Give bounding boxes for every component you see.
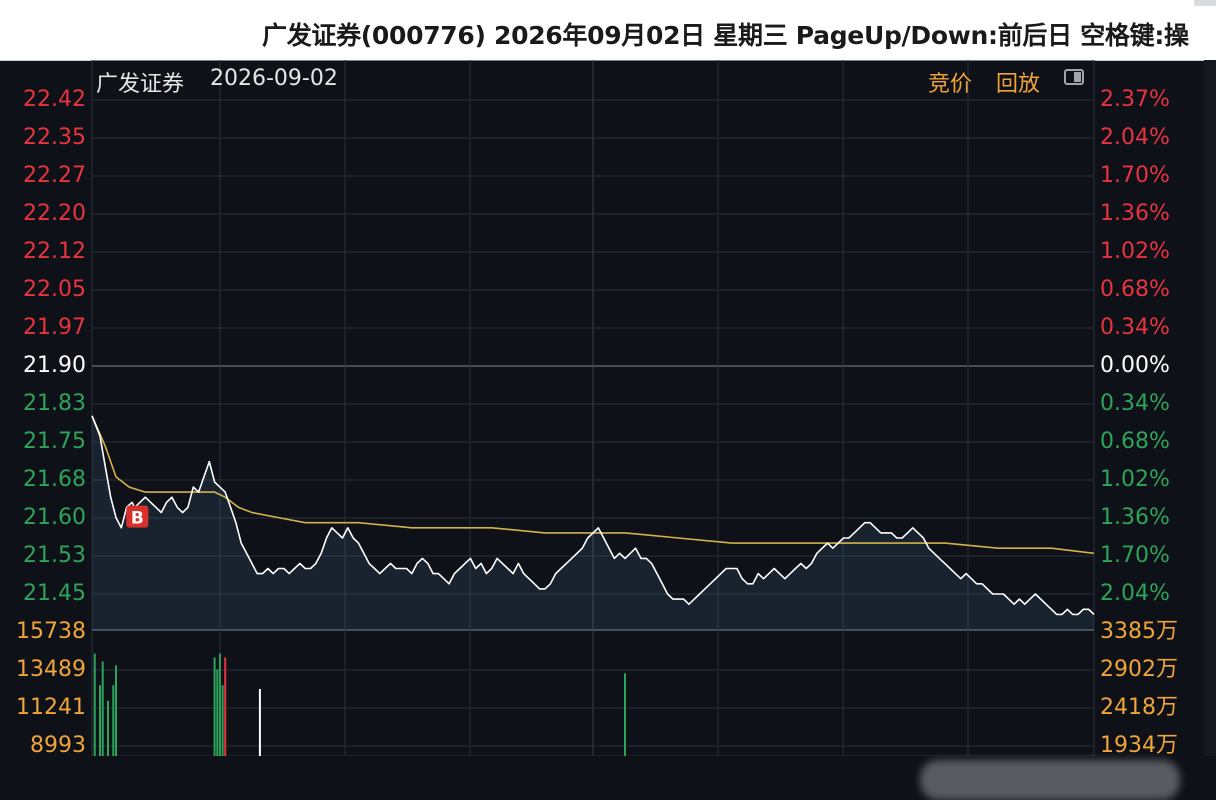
price-tick-label: 22.35	[23, 125, 86, 150]
volume-bar	[101, 661, 104, 756]
percent-tick-label: 2.04%	[1100, 125, 1170, 150]
trade-markers: B	[126, 505, 149, 529]
window-title: 广发证券(000776) 2026年09月02日 星期三 PageUp/Down…	[262, 21, 1189, 50]
volume-bar	[99, 685, 101, 756]
volume-bar	[216, 669, 219, 756]
percent-tick-label: 0.68%	[1100, 429, 1170, 454]
price-tick-label: 22.42	[23, 87, 86, 112]
percent-tick-label: 0.68%	[1100, 277, 1170, 302]
stock-name: 广发证券	[96, 72, 185, 97]
volume-amount-label: 3385万	[1100, 619, 1178, 644]
percent-tick-label: 0.34%	[1100, 391, 1170, 416]
volume-tick-label: 13489	[16, 657, 86, 682]
chart-canvas[interactable]: B	[0, 60, 1216, 756]
volume-tick-label: 11241	[16, 695, 86, 720]
intraday-chart[interactable]: B 广发证券 2026-09-02 竞价 回放 22.42 22.35 22.27 2…	[0, 60, 1216, 800]
percent-tick-label: 0.00%	[1100, 353, 1170, 378]
volume-bar	[224, 657, 227, 756]
price-tick-label: 21.75	[23, 429, 86, 454]
percent-tick-label: 1.70%	[1100, 163, 1170, 188]
volume-bar	[115, 665, 117, 756]
price-tick-label: 21.45	[23, 581, 86, 606]
volume-amount-label: 2418万	[1100, 695, 1178, 720]
watermark-overlay	[920, 760, 1180, 800]
volume-bar	[213, 657, 216, 756]
vertical-scrollbar[interactable]	[1204, 60, 1216, 756]
price-tick-label: 22.27	[23, 163, 86, 188]
volume-amount-label: 1934万	[1100, 733, 1178, 758]
volume-bars	[93, 653, 626, 756]
percent-tick-label: 0.34%	[1100, 315, 1170, 340]
percent-tick-label: 2.04%	[1100, 581, 1170, 606]
price-tick-label: 22.05	[23, 277, 86, 302]
replay-button[interactable]: 回放	[996, 66, 1040, 98]
volume-bar	[221, 685, 224, 756]
chart-grid	[91, 60, 1095, 756]
percent-tick-label: 1.02%	[1100, 467, 1170, 492]
volume-bar	[93, 653, 96, 756]
percent-tick-label: 2.37%	[1100, 87, 1170, 112]
volume-bar	[107, 700, 109, 756]
price-tick-label: 21.68	[23, 467, 86, 492]
price-tick-label: 21.90	[23, 353, 86, 378]
price-tick-label: 22.12	[23, 239, 86, 264]
volume-tick-label: 15738	[16, 619, 86, 644]
window-title-bar: 广发证券(000776) 2026年09月02日 星期三 PageUp/Down…	[0, 0, 1216, 61]
volume-bar	[258, 689, 261, 756]
price-tick-label: 21.60	[23, 505, 86, 530]
percent-tick-label: 1.70%	[1100, 543, 1170, 568]
percent-tick-label: 1.36%	[1100, 201, 1170, 226]
percent-tick-label: 1.36%	[1100, 505, 1170, 530]
auction-button[interactable]: 竞价	[928, 66, 972, 98]
percent-tick-label: 1.02%	[1100, 239, 1170, 264]
buy-marker-label: B	[131, 509, 144, 529]
title-scroll-indicator	[1194, 0, 1216, 6]
volume-bar	[112, 685, 115, 756]
volume-amount-label: 2902万	[1100, 657, 1178, 682]
price-tick-label: 21.83	[23, 391, 86, 416]
price-tick-label: 21.97	[23, 315, 86, 340]
price-tick-label: 22.20	[23, 201, 86, 226]
volume-bar	[624, 673, 626, 756]
buy-marker-icon: B	[126, 505, 149, 529]
chart-date: 2026-09-02	[210, 66, 338, 91]
volume-bar	[218, 653, 221, 756]
price-tick-label: 21.53	[23, 543, 86, 568]
volume-tick-label: 8993	[30, 733, 86, 758]
panel-toggle-icon[interactable]	[1064, 69, 1084, 85]
